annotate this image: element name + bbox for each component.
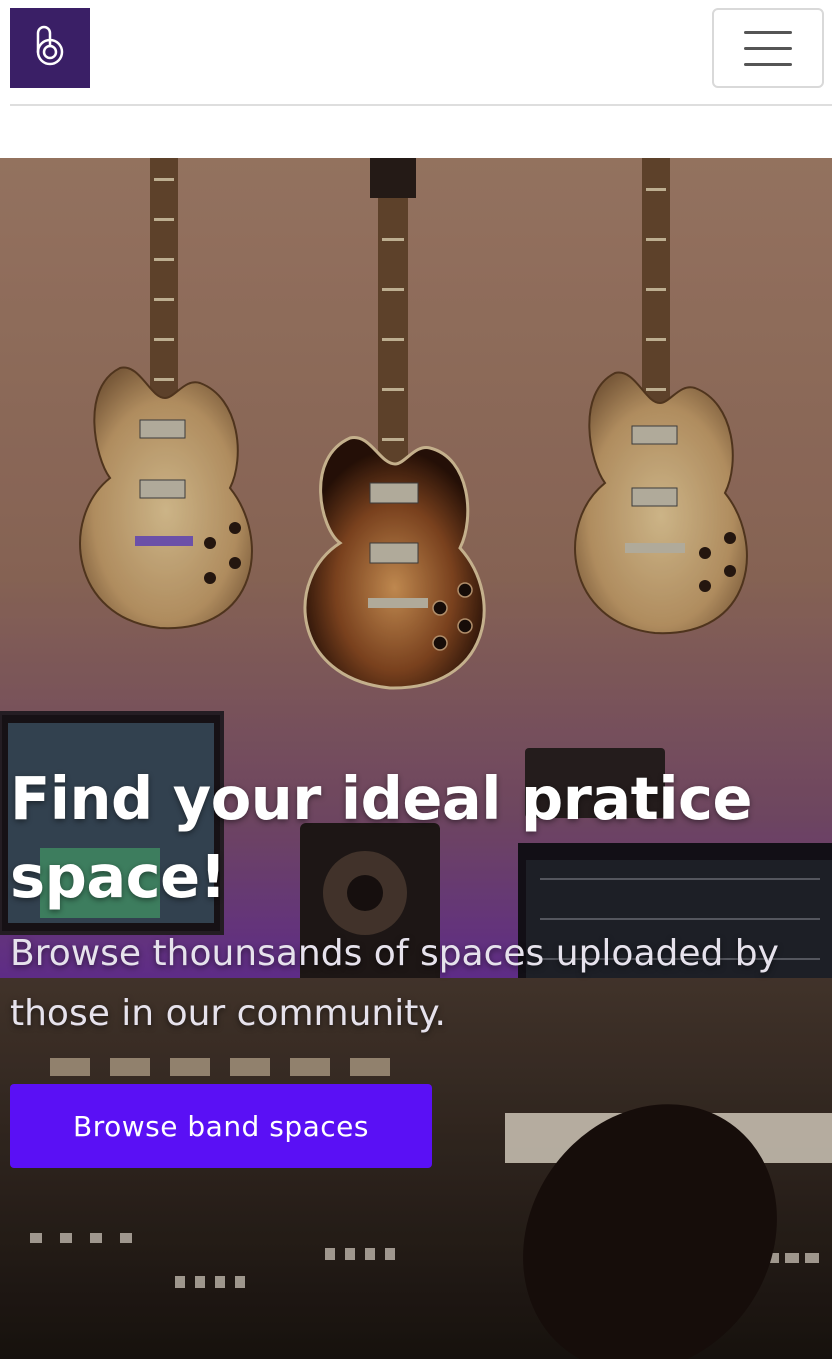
hero-section: Find your ideal pratice space! Browse th… [0, 158, 832, 1359]
navbar-divider [10, 104, 832, 106]
hero-background-image [0, 158, 832, 1359]
b-logo-icon [25, 21, 75, 75]
navbar [0, 0, 832, 106]
hero-title: Find your ideal pratice space! [10, 764, 753, 911]
brand-logo[interactable] [10, 8, 90, 88]
menu-toggle-button[interactable] [712, 8, 824, 88]
hamburger-menu-icon [744, 30, 792, 34]
browse-band-spaces-button[interactable]: Browse band spaces [10, 1084, 432, 1168]
hero-subtitle: Browse thounsands of spaces uploaded by … [10, 933, 779, 1034]
